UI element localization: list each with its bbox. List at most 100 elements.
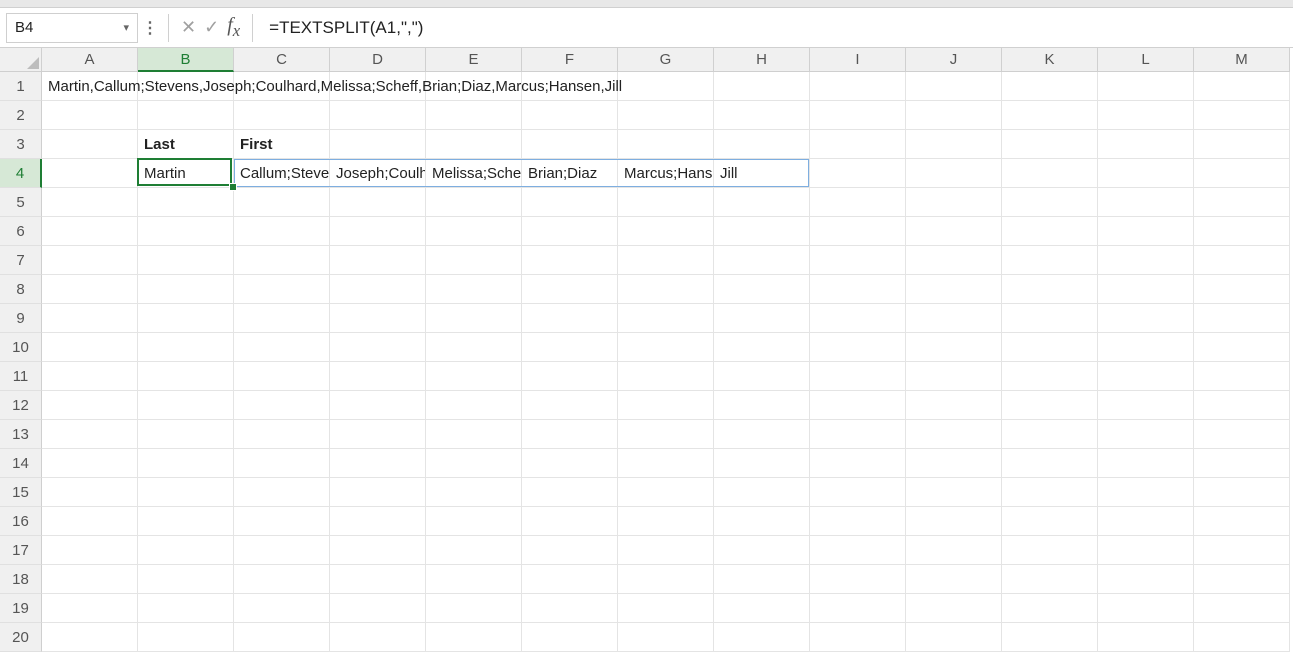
cell-E10[interactable] xyxy=(426,333,522,362)
row-header-17[interactable]: 17 xyxy=(0,536,42,565)
cell-L16[interactable] xyxy=(1098,507,1194,536)
chevron-down-icon[interactable]: ▾ xyxy=(123,21,129,34)
row-header-11[interactable]: 11 xyxy=(0,362,42,391)
cell-B2[interactable] xyxy=(138,101,234,130)
cell-A10[interactable] xyxy=(42,333,138,362)
cell-K1[interactable] xyxy=(1002,72,1098,101)
cell-B8[interactable] xyxy=(138,275,234,304)
cell-D17[interactable] xyxy=(330,536,426,565)
cell-H9[interactable] xyxy=(714,304,810,333)
cell-M11[interactable] xyxy=(1194,362,1290,391)
cell-A7[interactable] xyxy=(42,246,138,275)
column-header-M[interactable]: M xyxy=(1194,48,1290,72)
cell-F11[interactable] xyxy=(522,362,618,391)
cell-A16[interactable] xyxy=(42,507,138,536)
row-header-9[interactable]: 9 xyxy=(0,304,42,333)
cell-C14[interactable] xyxy=(234,449,330,478)
cell-F16[interactable] xyxy=(522,507,618,536)
cell-F14[interactable] xyxy=(522,449,618,478)
cell-D9[interactable] xyxy=(330,304,426,333)
column-header-J[interactable]: J xyxy=(906,48,1002,72)
cell-K17[interactable] xyxy=(1002,536,1098,565)
cell-J12[interactable] xyxy=(906,391,1002,420)
cell-H3[interactable] xyxy=(714,130,810,159)
cell-B15[interactable] xyxy=(138,478,234,507)
cell-A17[interactable] xyxy=(42,536,138,565)
cell-H13[interactable] xyxy=(714,420,810,449)
cell-G18[interactable] xyxy=(618,565,714,594)
cell-F15[interactable] xyxy=(522,478,618,507)
cell-I13[interactable] xyxy=(810,420,906,449)
column-header-L[interactable]: L xyxy=(1098,48,1194,72)
cell-F18[interactable] xyxy=(522,565,618,594)
cell-H15[interactable] xyxy=(714,478,810,507)
cell-J9[interactable] xyxy=(906,304,1002,333)
cell-C19[interactable] xyxy=(234,594,330,623)
cell-G13[interactable] xyxy=(618,420,714,449)
cell-A14[interactable] xyxy=(42,449,138,478)
cell-H6[interactable] xyxy=(714,217,810,246)
cell-C11[interactable] xyxy=(234,362,330,391)
cell-H11[interactable] xyxy=(714,362,810,391)
cell-text-F4[interactable]: Brian;Diaz xyxy=(522,159,618,188)
cell-A11[interactable] xyxy=(42,362,138,391)
cell-J1[interactable] xyxy=(906,72,1002,101)
cell-M3[interactable] xyxy=(1194,130,1290,159)
cell-D19[interactable] xyxy=(330,594,426,623)
cell-D20[interactable] xyxy=(330,623,426,652)
cell-G20[interactable] xyxy=(618,623,714,652)
cell-M8[interactable] xyxy=(1194,275,1290,304)
cell-D12[interactable] xyxy=(330,391,426,420)
cell-F2[interactable] xyxy=(522,101,618,130)
cell-F1[interactable] xyxy=(522,72,618,101)
cell-H18[interactable] xyxy=(714,565,810,594)
cell-D11[interactable] xyxy=(330,362,426,391)
cell-D14[interactable] xyxy=(330,449,426,478)
cell-E14[interactable] xyxy=(426,449,522,478)
cell-C6[interactable] xyxy=(234,217,330,246)
cell-A19[interactable] xyxy=(42,594,138,623)
cell-F12[interactable] xyxy=(522,391,618,420)
column-header-B[interactable]: B xyxy=(138,48,234,72)
cell-text-E4[interactable]: Melissa;Scheff xyxy=(426,159,522,188)
cell-B6[interactable] xyxy=(138,217,234,246)
cell-A5[interactable] xyxy=(42,188,138,217)
cell-E7[interactable] xyxy=(426,246,522,275)
cell-K13[interactable] xyxy=(1002,420,1098,449)
cell-G17[interactable] xyxy=(618,536,714,565)
cell-A1[interactable] xyxy=(42,72,138,101)
cell-E16[interactable] xyxy=(426,507,522,536)
cell-L13[interactable] xyxy=(1098,420,1194,449)
cell-G8[interactable] xyxy=(618,275,714,304)
cell-K19[interactable] xyxy=(1002,594,1098,623)
cell-D8[interactable] xyxy=(330,275,426,304)
cell-L15[interactable] xyxy=(1098,478,1194,507)
cell-I18[interactable] xyxy=(810,565,906,594)
cell-D10[interactable] xyxy=(330,333,426,362)
cell-E13[interactable] xyxy=(426,420,522,449)
cell-M1[interactable] xyxy=(1194,72,1290,101)
cell-D16[interactable] xyxy=(330,507,426,536)
cell-M13[interactable] xyxy=(1194,420,1290,449)
cell-A13[interactable] xyxy=(42,420,138,449)
cell-I9[interactable] xyxy=(810,304,906,333)
cell-J13[interactable] xyxy=(906,420,1002,449)
cell-K4[interactable] xyxy=(1002,159,1098,188)
fx-icon[interactable]: fx xyxy=(227,14,240,41)
row-header-7[interactable]: 7 xyxy=(0,246,42,275)
cell-B18[interactable] xyxy=(138,565,234,594)
cell-F17[interactable] xyxy=(522,536,618,565)
cell-J15[interactable] xyxy=(906,478,1002,507)
cell-F3[interactable] xyxy=(522,130,618,159)
cell-C5[interactable] xyxy=(234,188,330,217)
cell-A20[interactable] xyxy=(42,623,138,652)
cell-H14[interactable] xyxy=(714,449,810,478)
cell-A8[interactable] xyxy=(42,275,138,304)
cell-B16[interactable] xyxy=(138,507,234,536)
cell-K11[interactable] xyxy=(1002,362,1098,391)
cell-B7[interactable] xyxy=(138,246,234,275)
cell-E3[interactable] xyxy=(426,130,522,159)
cancel-icon[interactable]: ✕ xyxy=(181,17,196,38)
cell-H8[interactable] xyxy=(714,275,810,304)
cell-text-D4[interactable]: Joseph;Coulhard xyxy=(330,159,426,188)
